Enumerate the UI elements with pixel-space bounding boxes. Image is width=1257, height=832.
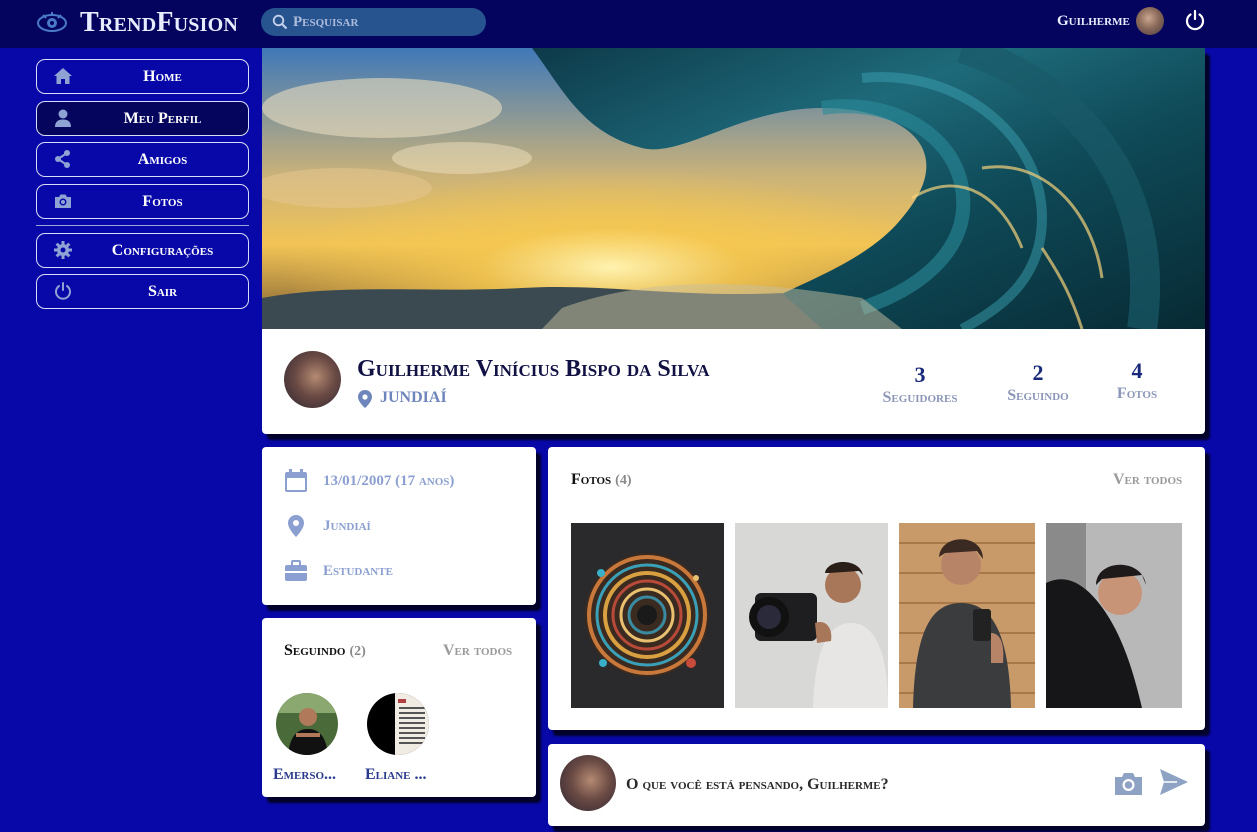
photos-count: (4): [615, 473, 632, 488]
friend-avatar[interactable]: [367, 693, 429, 755]
power-icon[interactable]: [1184, 9, 1206, 31]
photo-thumbnail[interactable]: [1046, 523, 1182, 708]
sidebar-item-label: Configurações: [111, 242, 214, 259]
calendar-icon: [285, 469, 307, 492]
camera-icon[interactable]: [1114, 770, 1143, 796]
sidebar-item-label: Home: [143, 68, 182, 85]
profile-avatar[interactable]: [284, 351, 341, 408]
stat-seguindo[interactable]: 2 Seguindo: [983, 360, 1093, 406]
wave-cover-image: [262, 48, 1205, 329]
sidebar-item-label: Amigos: [137, 151, 188, 168]
location-pin-icon: [358, 390, 372, 408]
eye-logo-icon: [37, 12, 67, 32]
sidebar-item-label: Sair: [147, 283, 178, 300]
following-title-label: Seguindo: [284, 642, 346, 659]
cover-photo[interactable]: [262, 48, 1205, 329]
top-bar: TrendFusion Guilherme: [0, 0, 1257, 48]
following-see-all-link[interactable]: Ver todos: [443, 642, 512, 660]
sidebar-item-sair[interactable]: Sair: [36, 274, 249, 309]
user-icon: [55, 109, 71, 127]
sidebar-item-fotos[interactable]: Fotos: [36, 184, 249, 219]
stat-label: Seguindo: [1007, 387, 1069, 404]
photos-title: Fotos (4): [571, 471, 631, 489]
friend-photo-image: [276, 693, 338, 755]
current-user-avatar[interactable]: [1136, 7, 1164, 35]
following-title: Seguindo (2): [284, 642, 366, 660]
photo-thumbnail[interactable]: [899, 523, 1035, 708]
stat-label: Fotos: [1116, 385, 1158, 402]
search-box[interactable]: [261, 8, 486, 36]
power-icon: [55, 282, 71, 300]
briefcase-icon: [285, 560, 307, 581]
friend-name[interactable]: Emerso...: [273, 766, 336, 784]
camera-icon: [55, 194, 71, 208]
photographer-image: [735, 523, 888, 708]
profile-name: Guilherme Vinícius Bispo da Silva: [357, 356, 710, 382]
location-pin-icon: [288, 515, 304, 537]
sidebar-item-home[interactable]: Home: [36, 59, 249, 94]
photos-see-all-link[interactable]: Ver todos: [1113, 471, 1182, 489]
sidebar-item-label: Fotos: [142, 193, 183, 210]
search-input[interactable]: [293, 10, 479, 34]
photo-thumbnail[interactable]: [571, 523, 724, 708]
gear-icon: [54, 241, 72, 259]
sidebar-divider: [36, 225, 249, 226]
profile-location: JUNDIAÍ: [380, 389, 447, 406]
share-icon: [55, 150, 70, 168]
send-icon[interactable]: [1159, 768, 1189, 796]
stat-seguidores[interactable]: 3 Seguidores: [865, 362, 975, 408]
stat-value: 4: [1131, 358, 1143, 383]
mirror-selfie-image: [899, 523, 1035, 708]
composer-avatar: [560, 755, 616, 811]
portrait-image: [1046, 523, 1182, 708]
sidebar-item-meu-perfil[interactable]: Meu Perfil: [36, 101, 249, 136]
friend-name[interactable]: Eliane ...: [365, 766, 427, 784]
following-count: (2): [349, 644, 366, 659]
occupation-text: Estudante: [323, 563, 393, 579]
friend-avatar[interactable]: [276, 693, 338, 755]
stat-label: Seguidores: [882, 389, 958, 406]
sidebar-item-configuracoes[interactable]: Configurações: [36, 233, 249, 268]
search-icon: [272, 14, 288, 30]
app-logo-text[interactable]: TrendFusion: [80, 6, 238, 40]
stat-fotos[interactable]: 4 Fotos: [1082, 358, 1192, 404]
current-user-name[interactable]: Guilherme: [1057, 13, 1130, 30]
sidebar-item-label: Meu Perfil: [123, 110, 202, 127]
city-text: Jundiaí: [323, 518, 371, 534]
birthdate-text: 13/01/2007 (17 anos): [323, 473, 455, 489]
sidebar-item-amigos[interactable]: Amigos: [36, 142, 249, 177]
photo-thumbnail[interactable]: [735, 523, 888, 708]
home-icon: [54, 68, 72, 84]
friend-photo-image: [367, 693, 429, 755]
photos-title-label: Fotos: [571, 471, 612, 488]
abstract-rings-image: [571, 523, 724, 708]
stat-value: 3: [914, 362, 926, 387]
stat-value: 2: [1032, 360, 1044, 385]
post-text-input[interactable]: [626, 772, 1096, 798]
